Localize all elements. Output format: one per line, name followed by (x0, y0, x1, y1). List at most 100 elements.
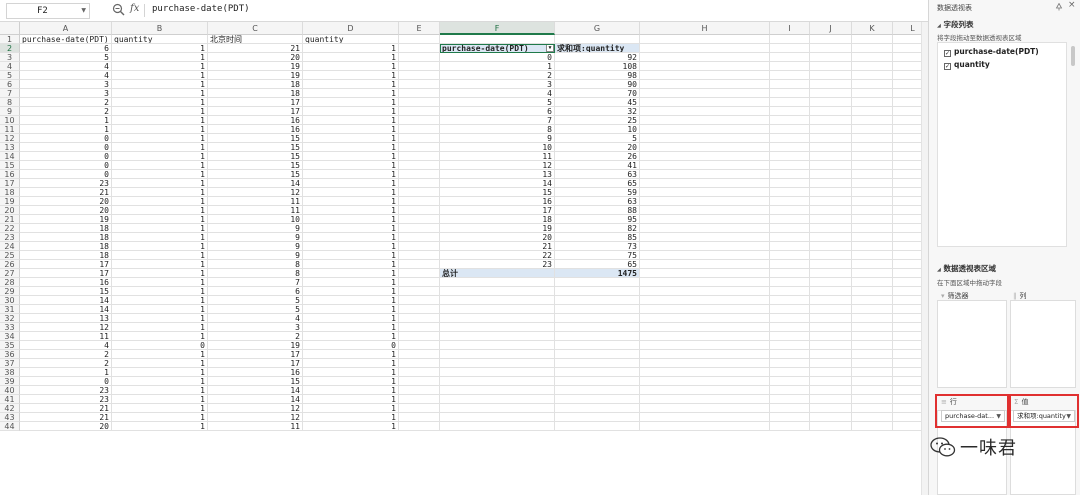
table-cell[interactable]: 5 (208, 305, 303, 314)
row-header[interactable]: 42 (0, 404, 20, 413)
table-cell[interactable]: 17 (208, 98, 303, 107)
table-cell[interactable]: 0 (20, 377, 112, 386)
close-icon[interactable]: × (1068, 0, 1076, 10)
row-header[interactable]: 16 (0, 170, 20, 179)
table-cell[interactable]: 1 (112, 44, 208, 53)
grid-cell[interactable] (640, 44, 770, 53)
grid-cell[interactable] (770, 422, 810, 431)
grid-cell[interactable] (440, 368, 555, 377)
table-cell[interactable]: 2 (208, 332, 303, 341)
pivot-row-value[interactable]: 5 (555, 134, 640, 143)
row-header[interactable]: 44 (0, 422, 20, 431)
row-header[interactable]: 31 (0, 305, 20, 314)
table-cell[interactable]: 5 (208, 296, 303, 305)
grid-cell[interactable] (852, 233, 893, 242)
table-cell[interactable]: 1 (112, 53, 208, 62)
grid-cell[interactable] (640, 350, 770, 359)
grid-cell[interactable] (399, 107, 440, 116)
pivot-row-label[interactable]: 9 (440, 134, 555, 143)
grid-cell[interactable] (810, 188, 852, 197)
name-box[interactable]: F2 ▼ (6, 3, 90, 19)
pivot-total-value[interactable]: 1475 (555, 269, 640, 278)
pivot-row-value[interactable]: 41 (555, 161, 640, 170)
table-cell[interactable]: 19 (208, 341, 303, 350)
vertical-scrollbar[interactable] (921, 22, 928, 495)
grid-cell[interactable] (640, 62, 770, 71)
filter-zone[interactable] (937, 300, 1007, 388)
grid-cell[interactable] (555, 332, 640, 341)
row-header[interactable]: 15 (0, 161, 20, 170)
grid-cell[interactable] (555, 287, 640, 296)
table-cell[interactable]: 1 (112, 98, 208, 107)
grid-cell[interactable] (555, 305, 640, 314)
table-cell[interactable]: 1 (112, 152, 208, 161)
grid-cell[interactable] (852, 179, 893, 188)
row-header[interactable]: 34 (0, 332, 20, 341)
table-cell[interactable]: 1 (112, 107, 208, 116)
column-header-a[interactable]: A (20, 22, 112, 35)
pivot-row-value[interactable]: 65 (555, 260, 640, 269)
grid-cell[interactable] (555, 350, 640, 359)
grid-cell[interactable] (810, 332, 852, 341)
grid-cell[interactable] (770, 224, 810, 233)
grid-cell[interactable] (399, 170, 440, 179)
pivot-row-label[interactable]: 19 (440, 224, 555, 233)
grid-cell[interactable] (770, 206, 810, 215)
table-cell[interactable]: 3 (20, 89, 112, 98)
row-header[interactable]: 26 (0, 260, 20, 269)
grid-cell[interactable] (810, 314, 852, 323)
grid-cell[interactable] (399, 179, 440, 188)
grid-cell[interactable] (852, 242, 893, 251)
grid-cell[interactable] (640, 314, 770, 323)
table-cell[interactable]: 23 (20, 179, 112, 188)
table-cell[interactable]: 14 (208, 395, 303, 404)
grid-cell[interactable] (440, 314, 555, 323)
grid-cell[interactable] (852, 35, 893, 44)
table-cell[interactable]: 1 (303, 197, 399, 206)
grid-cell[interactable] (810, 170, 852, 179)
pivot-row-value[interactable]: 63 (555, 170, 640, 179)
grid-cell[interactable] (640, 386, 770, 395)
table-cell[interactable]: 12 (208, 188, 303, 197)
table-cell[interactable]: 1 (303, 296, 399, 305)
grid-cell[interactable] (852, 314, 893, 323)
grid-cell[interactable] (770, 368, 810, 377)
table-cell[interactable]: 1 (20, 125, 112, 134)
table-cell[interactable]: 0 (112, 341, 208, 350)
row-header[interactable]: 35 (0, 341, 20, 350)
table-cell[interactable]: 21 (20, 188, 112, 197)
grid-cell[interactable] (852, 215, 893, 224)
grid-cell[interactable] (770, 359, 810, 368)
pivot-total-label[interactable]: 总计 (440, 269, 555, 278)
grid-cell[interactable] (399, 386, 440, 395)
table-cell[interactable]: 1 (112, 62, 208, 71)
grid-cell[interactable] (640, 422, 770, 431)
column-header-b[interactable]: B (112, 22, 208, 35)
grid-cell[interactable] (770, 35, 810, 44)
grid-cell[interactable] (770, 161, 810, 170)
pivot-row-label[interactable]: 11 (440, 152, 555, 161)
table-cell[interactable]: 1 (112, 197, 208, 206)
table-cell[interactable]: 0 (20, 161, 112, 170)
grid-cell[interactable] (852, 188, 893, 197)
pivot-row-label[interactable]: 6 (440, 107, 555, 116)
pivot-row-value[interactable]: 92 (555, 53, 640, 62)
row-header[interactable]: 36 (0, 350, 20, 359)
table-cell[interactable]: 1 (303, 233, 399, 242)
table-cell[interactable]: 1 (112, 368, 208, 377)
table-cell[interactable]: 12 (20, 323, 112, 332)
table-cell[interactable]: 1 (303, 404, 399, 413)
checkbox-checked-icon[interactable]: ✓ (944, 50, 951, 57)
header-cell-a[interactable]: purchase-date(PDT) (20, 35, 112, 44)
table-cell[interactable]: 11 (20, 332, 112, 341)
pivot-row-label[interactable]: 15 (440, 188, 555, 197)
grid-cell[interactable] (852, 386, 893, 395)
table-cell[interactable]: 19 (208, 62, 303, 71)
row-header[interactable]: 37 (0, 359, 20, 368)
table-cell[interactable]: 1 (303, 377, 399, 386)
chevron-down-icon[interactable]: ▼ (996, 411, 1001, 421)
grid-cell[interactable] (810, 341, 852, 350)
row-header[interactable]: 20 (0, 206, 20, 215)
table-cell[interactable]: 4 (208, 314, 303, 323)
row-header[interactable]: 1 (0, 35, 20, 44)
